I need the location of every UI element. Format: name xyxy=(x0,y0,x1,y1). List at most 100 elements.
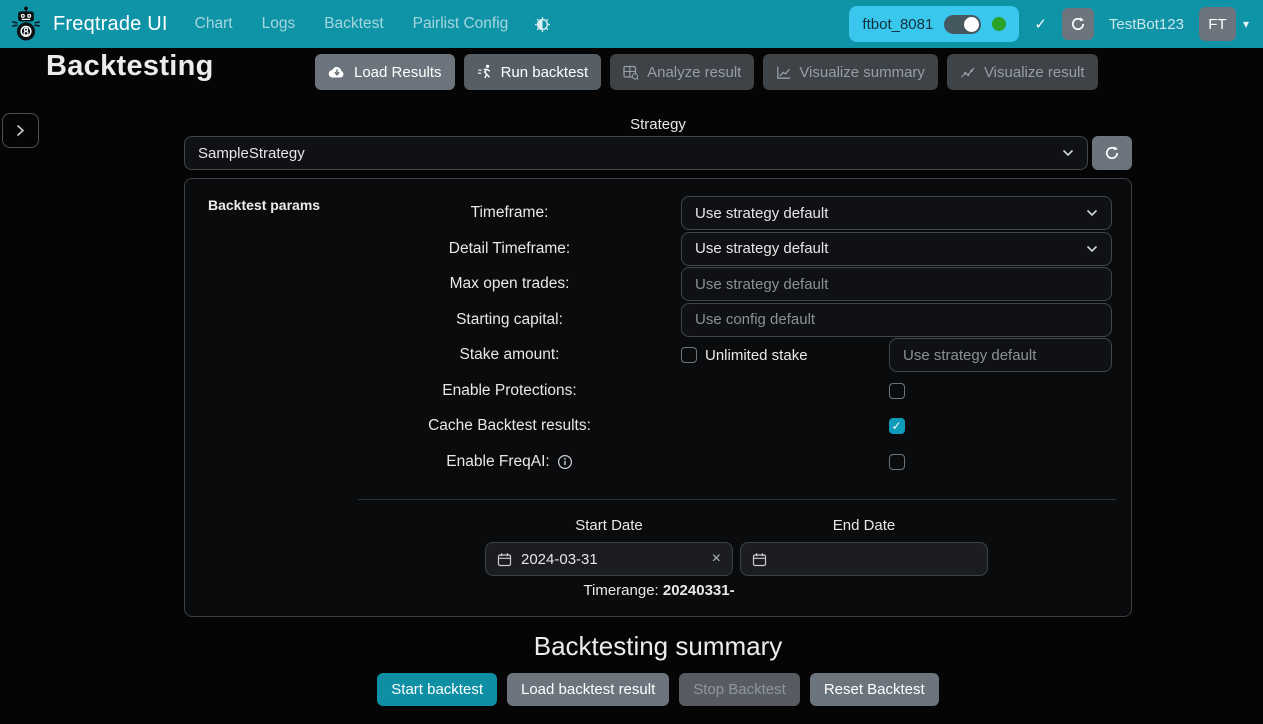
bot-name: ftbot_8081 xyxy=(862,16,933,33)
load-results-button[interactable]: Load Results xyxy=(315,54,455,90)
stake-amount-label: Stake amount: xyxy=(338,346,681,364)
detail-timeframe-row: Detail Timeframe: Use strategy default xyxy=(338,232,1116,266)
timerange-label: Timerange: xyxy=(583,582,662,599)
cache-results-row: Cache Backtest results: ✓ xyxy=(338,409,1116,443)
visualize-result-label: Visualize result xyxy=(984,64,1085,81)
unlimited-stake-checkbox[interactable]: ✓ xyxy=(681,347,697,363)
visualize-result-button[interactable]: Visualize result xyxy=(947,54,1098,90)
panel-title: Backtest params xyxy=(208,197,320,213)
enable-freqai-label: Enable FreqAI: xyxy=(446,453,549,471)
enable-freqai-checkbox[interactable]: ✓ xyxy=(889,454,905,470)
refresh-strategies-button[interactable] xyxy=(1092,136,1132,170)
unlimited-stake-label: Unlimited stake xyxy=(705,347,808,364)
nav-links: Chart Logs Backtest Pairlist Config xyxy=(195,15,509,33)
detail-timeframe-label: Detail Timeframe: xyxy=(338,240,681,258)
strategy-select[interactable]: SampleStrategy xyxy=(184,136,1088,170)
load-results-label: Load Results xyxy=(354,64,442,81)
detail-timeframe-select[interactable]: Use strategy default xyxy=(681,232,1112,266)
reload-bot-button[interactable] xyxy=(1062,8,1094,40)
detail-timeframe-value: Use strategy default xyxy=(695,240,828,257)
start-date-label: Start Date xyxy=(485,517,733,534)
info-icon[interactable] xyxy=(557,454,573,470)
line-chart-icon xyxy=(776,65,791,80)
sidebar-expand-button[interactable] xyxy=(2,113,39,148)
starting-capital-row: Starting capital: xyxy=(338,303,1116,337)
reset-backtest-button[interactable]: Reset Backtest xyxy=(810,673,939,706)
max-open-trades-row: Max open trades: xyxy=(338,267,1116,301)
run-backtest-button[interactable]: Run backtest xyxy=(464,54,602,90)
start-date-value: 2024-03-31 xyxy=(521,551,598,568)
analyze-result-button[interactable]: Analyze result xyxy=(610,54,754,90)
start-date-input[interactable]: 2024-03-31 × xyxy=(485,542,733,576)
table-search-icon xyxy=(623,65,639,80)
chevron-down-icon xyxy=(1086,245,1098,253)
backtest-params-panel: Backtest params Timeframe: Use strategy … xyxy=(184,178,1132,617)
stop-backtest-button[interactable]: Stop Backtest xyxy=(679,673,800,706)
cache-results-label: Cache Backtest results: xyxy=(338,417,681,435)
timeframe-row: Timeframe: Use strategy default xyxy=(338,196,1116,230)
params-form: Timeframe: Use strategy default Detail T… xyxy=(338,196,1116,480)
max-open-trades-input[interactable] xyxy=(681,267,1112,301)
end-date-label: End Date xyxy=(740,517,988,534)
calendar-icon xyxy=(497,552,512,567)
bot-selector[interactable]: ftbot_8081 xyxy=(849,6,1019,42)
enable-protections-checkbox[interactable]: ✓ xyxy=(889,383,905,399)
nav-item-chart[interactable]: Chart xyxy=(195,15,233,33)
nav-item-pairlist-config[interactable]: Pairlist Config xyxy=(413,15,509,33)
cache-results-checkbox[interactable]: ✓ xyxy=(889,418,905,434)
toggle-knob xyxy=(964,17,979,32)
starting-capital-input[interactable] xyxy=(681,303,1112,337)
visualize-summary-button[interactable]: Visualize summary xyxy=(763,54,938,90)
bot-username: TestBot123 xyxy=(1109,16,1184,33)
scatter-line-icon xyxy=(960,65,976,79)
nav-item-logs[interactable]: Logs xyxy=(262,15,296,33)
runner-icon xyxy=(477,64,493,80)
timeframe-label: Timeframe: xyxy=(338,204,681,222)
refresh-icon xyxy=(1070,16,1086,32)
avatar: FT xyxy=(1199,7,1236,41)
timeframe-select[interactable]: Use strategy default xyxy=(681,196,1112,230)
app-title: Freqtrade UI xyxy=(53,13,168,36)
timerange-text: Timerange: 20240331- xyxy=(185,582,1133,599)
online-status-dot xyxy=(992,17,1006,31)
stake-amount-input[interactable] xyxy=(889,338,1112,372)
timeframe-value: Use strategy default xyxy=(695,205,828,222)
starting-capital-label: Starting capital: xyxy=(338,311,681,329)
header-actions: Load Results Run backtest Analyze result xyxy=(315,54,1098,90)
navbar: Freqtrade UI Chart Logs Backtest Pairlis… xyxy=(0,0,1263,48)
chevron-down-icon xyxy=(1086,209,1098,217)
max-open-trades-label: Max open trades: xyxy=(338,275,681,293)
date-range-section: Start Date End Date 2024-03-31 × xyxy=(485,517,988,576)
timerange-value: 20240331- xyxy=(663,582,735,599)
analyze-result-label: Analyze result xyxy=(647,64,741,81)
summary-actions: Start backtest Load backtest result Stop… xyxy=(184,673,1132,706)
page-title: Backtesting xyxy=(46,50,214,83)
check-icon: ✓ xyxy=(1034,15,1047,33)
bot-online-toggle[interactable] xyxy=(944,15,981,34)
theme-toggle-icon[interactable] xyxy=(534,16,551,33)
load-backtest-result-button[interactable]: Load backtest result xyxy=(507,673,669,706)
summary-title: Backtesting summary xyxy=(184,631,1132,662)
end-date-input[interactable] xyxy=(740,542,988,576)
strategy-label: Strategy xyxy=(184,116,1132,133)
enable-protections-label: Enable Protections: xyxy=(338,382,681,400)
cloud-download-icon xyxy=(328,65,346,79)
clear-start-date-icon[interactable]: × xyxy=(712,551,721,567)
run-backtest-label: Run backtest xyxy=(501,64,589,81)
account-menu[interactable]: FT ▾ xyxy=(1199,7,1249,41)
enable-freqai-row: Enable FreqAI: ✓ xyxy=(338,445,1116,479)
chevron-right-icon xyxy=(16,124,25,137)
chevron-down-icon xyxy=(1062,149,1074,157)
brand[interactable]: Freqtrade UI xyxy=(8,5,168,43)
enable-protections-row: Enable Protections: ✓ xyxy=(338,374,1116,408)
robot-logo-icon xyxy=(8,5,44,43)
calendar-icon xyxy=(752,552,767,567)
section-divider xyxy=(358,499,1116,500)
refresh-icon xyxy=(1104,145,1120,161)
strategy-row: SampleStrategy xyxy=(184,136,1132,170)
caret-down-icon: ▾ xyxy=(1243,17,1249,31)
visualize-summary-label: Visualize summary xyxy=(799,64,925,81)
navbar-right: ftbot_8081 ✓ TestBot123 FT ▾ xyxy=(849,6,1249,42)
start-backtest-button[interactable]: Start backtest xyxy=(377,673,497,706)
nav-item-backtest[interactable]: Backtest xyxy=(324,15,383,33)
